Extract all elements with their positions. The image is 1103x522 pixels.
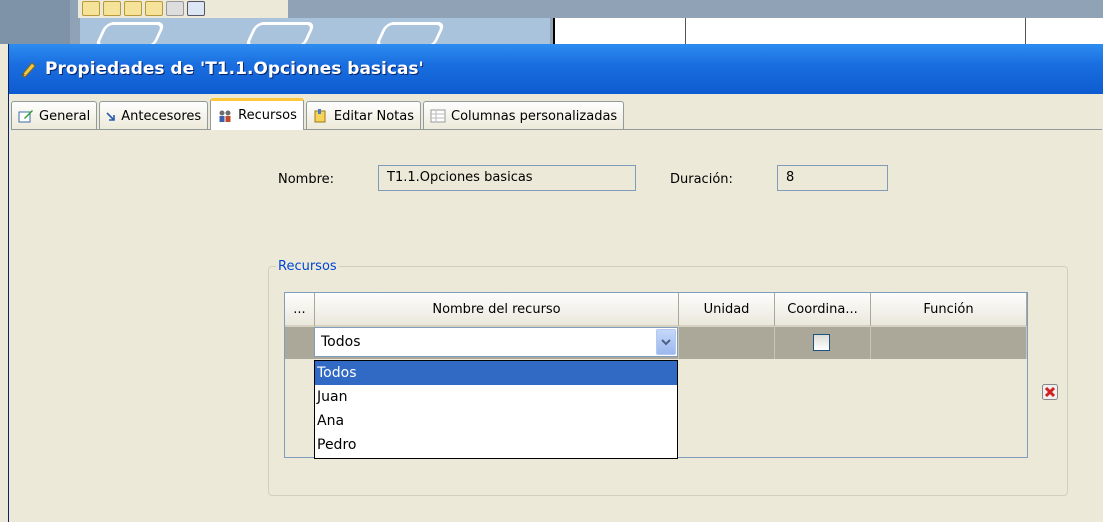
tab-recursos[interactable]: Recursos	[210, 98, 304, 130]
chevron-down-icon	[661, 339, 671, 346]
logo-shape	[93, 22, 167, 44]
column-header-options[interactable]: ...	[285, 293, 315, 327]
tab-label: Recursos	[238, 108, 297, 123]
table-cell-unit[interactable]	[679, 327, 775, 359]
resource-select[interactable]: Todos	[314, 327, 678, 357]
tab-label: Editar Notas	[333, 108, 414, 124]
column-header-function[interactable]: Función	[871, 293, 1027, 327]
tab-columnas-personalizadas[interactable]: Columnas personalizadas	[423, 101, 625, 130]
background-sidebar	[0, 0, 70, 44]
name-field[interactable]: T1.1.Opciones basicas	[378, 165, 636, 191]
dialog-title: Propiedades de 'T1.1.Opciones basicas'	[45, 59, 424, 79]
background-app-window	[0, 0, 1103, 44]
tab-bar: General Antecesores Recursos Editar Nota…	[11, 98, 626, 130]
dropdown-option-pedro[interactable]: Pedro	[315, 433, 677, 457]
dropdown-option-ana[interactable]: Ana	[315, 409, 677, 433]
resource-dropdown-list: Todos Juan Ana Pedro	[314, 360, 678, 459]
toolbar-down-icon[interactable]	[124, 1, 142, 16]
toolbar-forward-icon[interactable]	[103, 1, 121, 16]
dropdown-option-juan[interactable]: Juan	[315, 385, 677, 409]
column-header-unit[interactable]: Unidad	[679, 293, 775, 327]
delete-row-icon[interactable]	[1042, 384, 1058, 400]
resource-select-value: Todos	[321, 334, 361, 350]
tab-antecesores[interactable]: Antecesores	[99, 101, 209, 130]
background-toolbar	[78, 0, 288, 18]
coordinator-checkbox[interactable]	[813, 334, 830, 351]
toolbar-back-icon[interactable]	[82, 1, 100, 16]
logo-hex-shape	[243, 22, 317, 44]
gantt-cell-divider	[685, 18, 686, 44]
notes-icon	[314, 109, 326, 123]
resources-group-label: Recursos	[276, 259, 339, 274]
tab-editar-notas[interactable]: Editar Notas	[305, 101, 421, 130]
duration-field[interactable]: 8	[777, 165, 888, 191]
dropdown-option-todos[interactable]: Todos	[315, 361, 677, 385]
background-gantt-grid	[553, 18, 1103, 44]
edit-icon	[18, 110, 33, 123]
arrow-icon	[106, 112, 116, 121]
tab-general[interactable]: General	[11, 101, 98, 130]
background-logo-banner	[80, 18, 550, 44]
column-header-coordinator[interactable]: Coordina...	[775, 293, 871, 327]
tab-label: Antecesores	[121, 108, 202, 124]
name-label: Nombre:	[278, 172, 335, 187]
gantt-cell-divider	[1025, 18, 1026, 44]
toolbar-link-icon[interactable]	[166, 1, 184, 16]
table-cell-function[interactable]	[871, 327, 1027, 359]
dialog-title-bar[interactable]: Propiedades de 'T1.1.Opciones basicas'	[9, 44, 1103, 94]
column-header-resource-name[interactable]: Nombre del recurso	[315, 293, 679, 327]
toolbar-up-icon[interactable]	[145, 1, 163, 16]
tab-label: Columnas personalizadas	[451, 108, 618, 124]
toolbar-tools-icon[interactable]	[187, 1, 205, 16]
properties-icon	[21, 62, 36, 78]
table-icon	[430, 109, 446, 123]
logo-hex-shape	[373, 22, 447, 44]
duration-label: Duración:	[670, 172, 733, 187]
people-icon	[219, 110, 231, 122]
dropdown-arrow-button[interactable]	[656, 329, 676, 355]
tab-label: General	[39, 108, 91, 124]
